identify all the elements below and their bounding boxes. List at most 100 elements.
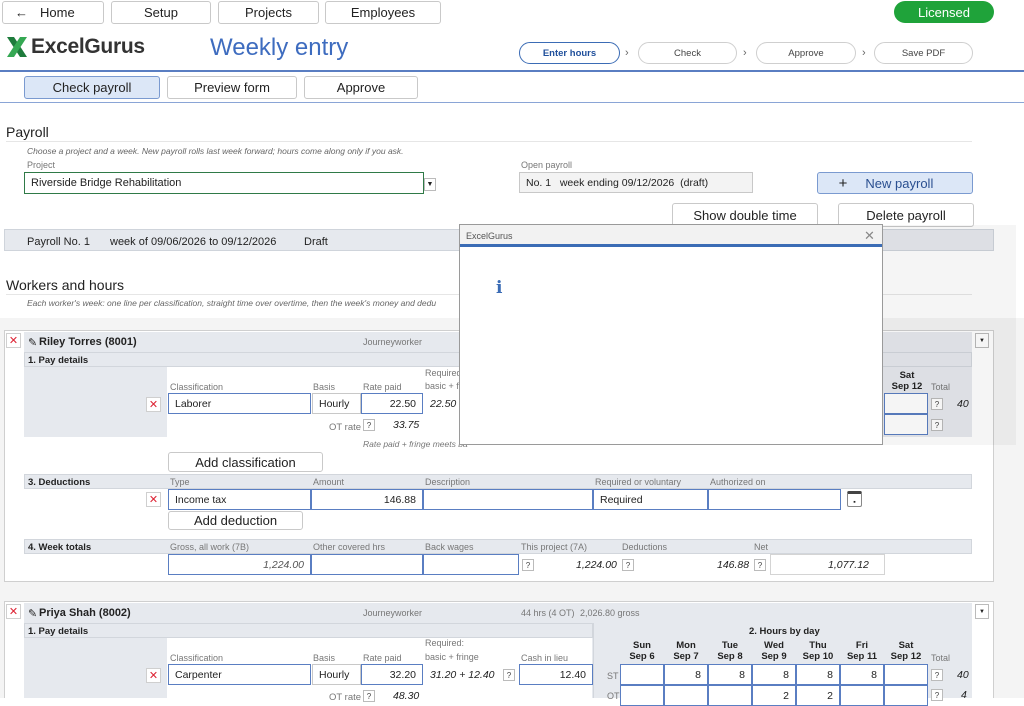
step-approve[interactable]: Approve <box>756 42 856 64</box>
licensed-badge[interactable]: Licensed <box>894 1 994 23</box>
day-date: Sep 8 <box>717 651 743 662</box>
employees-button[interactable]: Employees <box>325 1 441 24</box>
ot-hours-cell[interactable] <box>620 685 664 706</box>
remove-deduction-button[interactable]: ✕ <box>146 492 161 507</box>
calendar-icon[interactable]: ▪ <box>847 491 862 507</box>
ot-hours-cell[interactable] <box>884 685 928 706</box>
tot-col-net: Net <box>754 542 769 552</box>
st-hours-cell[interactable] <box>620 664 664 685</box>
basis-field[interactable]: Hourly <box>312 393 361 414</box>
classification-field[interactable]: Carpenter <box>168 664 311 685</box>
help-icon[interactable]: ? <box>522 559 534 571</box>
open-payroll-select[interactable]: No. 1 week ending 09/12/2026 (draft) <box>519 172 753 193</box>
ot-total: 4 <box>961 689 967 701</box>
new-payroll-button[interactable]: + New payroll <box>817 172 973 194</box>
status-state: Draft <box>304 236 328 248</box>
rate-paid-field[interactable]: 22.50 <box>361 393 423 414</box>
st-hours-cell[interactable] <box>884 664 928 685</box>
add-deduction-button[interactable]: Add deduction <box>168 511 303 530</box>
ot-hours-cell[interactable] <box>708 685 752 706</box>
required-rate-value: 31.20 + 12.40 <box>430 669 495 681</box>
divider <box>6 141 972 142</box>
st-hours-cell[interactable]: 8 <box>796 664 840 685</box>
worker-summary-hours: 44 hrs (4 OT) <box>521 608 575 618</box>
ot-hours-cell[interactable] <box>840 685 884 706</box>
tot-col-other: Other covered hrs <box>313 542 386 552</box>
approve-button[interactable]: Approve <box>304 76 418 99</box>
deduction-amount-field[interactable]: 146.88 <box>311 489 423 510</box>
deductions-title: 3. Deductions <box>28 477 91 488</box>
ot-hours-cell[interactable]: 2 <box>752 685 796 706</box>
chevron-right-icon: › <box>743 47 747 59</box>
ded-col-required: Required or voluntary <box>595 477 682 487</box>
back-wages-field[interactable] <box>423 554 519 575</box>
status-week: week of 09/06/2026 to 09/12/2026 <box>110 236 277 248</box>
deductions-total-value: 146.88 <box>717 559 750 571</box>
deduction-authorized-field[interactable] <box>708 489 841 510</box>
basis-field[interactable]: Hourly <box>312 664 361 685</box>
help-icon[interactable]: ? <box>363 690 375 702</box>
help-icon[interactable]: ? <box>754 559 766 571</box>
step-check[interactable]: Check <box>638 42 737 64</box>
home-button[interactable]: ← Home <box>2 1 104 24</box>
classification-field[interactable]: Laborer <box>168 393 311 414</box>
pencil-icon[interactable]: ✎ <box>28 607 37 620</box>
projects-button[interactable]: Projects <box>218 1 319 24</box>
st-hours-cell[interactable]: 8 <box>752 664 796 685</box>
worker-name[interactable]: Riley Torres (8001) <box>39 336 137 348</box>
rate-paid-field[interactable]: 32.20 <box>361 664 423 685</box>
meets-note: Rate paid + fringe meets ba <box>363 439 468 449</box>
required-rate-value: 22.50 <box>430 398 457 410</box>
collapse-button[interactable]: ▼ <box>975 604 989 619</box>
workers-heading: Workers and hours <box>6 277 125 293</box>
help-icon[interactable]: ? <box>363 419 375 431</box>
day-name: Mon <box>676 640 696 651</box>
col-required: Required: <box>425 638 465 648</box>
help-icon[interactable]: ? <box>931 689 943 701</box>
page-title: Weekly entry <box>210 34 349 61</box>
gross-field[interactable]: 1,224.00 <box>168 554 311 575</box>
step-enter-hours[interactable]: Enter hours <box>519 42 620 64</box>
remove-classification-button[interactable]: ✕ <box>146 397 161 412</box>
ot-hours-cell[interactable]: 2 <box>796 685 840 706</box>
help-icon[interactable]: ? <box>503 669 515 681</box>
close-icon: ✕ <box>148 494 159 506</box>
day-name: Sat <box>898 640 914 651</box>
project-select[interactable]: Riverside Bridge Rehabilitation <box>24 172 424 194</box>
worker-name[interactable]: Priya Shah (8002) <box>39 607 131 619</box>
ot-hours-cell[interactable] <box>664 685 708 706</box>
add-classification-button[interactable]: Add classification <box>168 452 323 472</box>
header-divider <box>0 70 1024 72</box>
setup-button[interactable]: Setup <box>111 1 211 24</box>
deduction-description-field[interactable] <box>423 489 593 510</box>
project-label: Project <box>27 160 56 170</box>
help-icon[interactable]: ? <box>622 559 634 571</box>
help-icon[interactable]: ? <box>931 669 943 681</box>
deduction-required-field[interactable]: Required <box>593 489 708 510</box>
st-hours-cell[interactable]: 8 <box>664 664 708 685</box>
day-date: Sep 12 <box>890 651 922 662</box>
pencil-icon[interactable]: ✎ <box>28 336 37 349</box>
deduction-type-field[interactable]: Income tax <box>168 489 311 510</box>
chevron-down-icon: ▼ <box>979 608 985 615</box>
subnav-divider <box>0 102 1024 103</box>
cash-in-lieu-field[interactable]: 12.40 <box>519 664 593 685</box>
ot-row-label: OT <box>607 691 620 701</box>
other-hours-field[interactable] <box>311 554 423 575</box>
step-save-pdf[interactable]: Save PDF <box>874 42 973 64</box>
preview-form-button[interactable]: Preview form <box>167 76 297 99</box>
ded-col-description: Description <box>425 477 471 487</box>
remove-worker-button[interactable]: ✕ <box>6 333 21 348</box>
day-date: Sep 11 <box>846 651 878 662</box>
remove-classification-button[interactable]: ✕ <box>146 668 161 683</box>
st-hours-cell[interactable]: 8 <box>840 664 884 685</box>
day-header-fri: Fri Sep 11 <box>840 640 884 662</box>
project-dropdown-button[interactable]: ▼ <box>424 178 436 191</box>
st-hours-cell[interactable]: 8 <box>708 664 752 685</box>
close-icon: ✕ <box>148 670 159 682</box>
check-payroll-button[interactable]: Check payroll <box>24 76 160 99</box>
ot-rate-value: 33.75 <box>393 419 420 431</box>
dialog-close-button[interactable]: ✕ <box>864 228 875 244</box>
close-icon: ✕ <box>148 399 159 411</box>
remove-worker-button[interactable]: ✕ <box>6 604 21 619</box>
